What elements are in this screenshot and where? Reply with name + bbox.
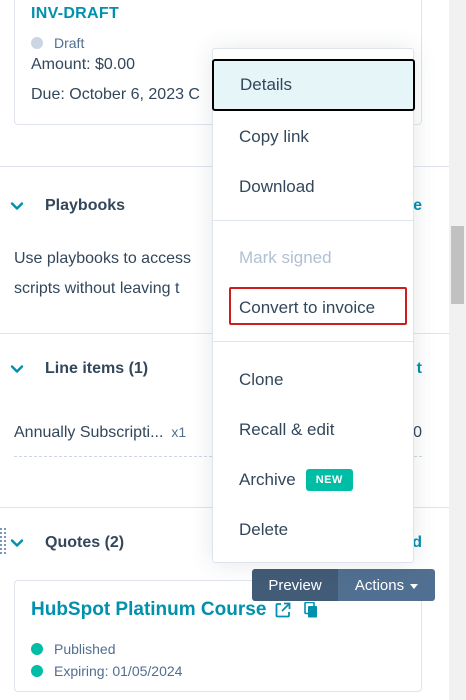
actions-button-label: Actions	[354, 576, 405, 594]
playbooks-title: Playbooks	[45, 197, 126, 214]
expiring-status-dot	[31, 665, 43, 677]
menu-item-details[interactable]: Details	[212, 59, 415, 111]
menu-item-recall-edit[interactable]: Recall & edit	[213, 405, 413, 455]
scrollbar-thumb[interactable]	[451, 226, 464, 304]
menu-item-archive[interactable]: Archive NEW	[213, 455, 413, 505]
invoice-status: Draft	[31, 35, 84, 51]
playbooks-action-link[interactable]: e	[413, 197, 422, 215]
playbooks-description-line1: Use playbooks to access	[14, 250, 191, 267]
actions-dropdown-button[interactable]: Actions	[338, 569, 435, 601]
quote-button-group: Preview Actions	[252, 569, 435, 601]
invoice-due-date: Due: October 6, 2023 C	[31, 86, 200, 103]
caret-down-icon	[410, 583, 419, 589]
line-items-action-link[interactable]: t	[417, 360, 422, 378]
menu-item-mark-signed: Mark signed	[239, 248, 332, 267]
invoice-amount: Amount: $0.00	[31, 56, 136, 73]
highlight-box	[229, 287, 407, 325]
invoice-status-label: Draft	[54, 35, 85, 51]
menu-item-clone[interactable]: Clone	[213, 355, 413, 405]
menu-item-delete[interactable]: Delete	[213, 505, 413, 555]
menu-separator	[213, 341, 413, 342]
new-badge: NEW	[305, 469, 353, 491]
line-items-title: Line items (1)	[45, 360, 149, 377]
quote-status-published: Published	[31, 641, 116, 657]
preview-button[interactable]: Preview	[252, 569, 338, 601]
copy-icon[interactable]	[304, 602, 318, 618]
chevron-down-icon[interactable]	[10, 536, 24, 550]
quotes-title: Quotes (2)	[45, 534, 125, 551]
draft-status-dot	[31, 37, 43, 49]
quote-title-link[interactable]: HubSpot Platinum Course	[31, 599, 266, 621]
published-status-dot	[31, 643, 43, 655]
quote-expiring-label: Expiring: 01/05/2024	[54, 663, 183, 679]
menu-item-archive-label: Archive	[239, 470, 296, 489]
quote-expiring: Expiring: 01/05/2024	[31, 663, 182, 679]
playbooks-description-line2: scripts without leaving t	[14, 280, 180, 297]
menu-separator	[213, 220, 413, 221]
invoice-title[interactable]: INV-DRAFT	[31, 5, 119, 23]
quote-title[interactable]: HubSpot Platinum Course	[31, 599, 318, 621]
vertical-scrollbar[interactable]	[449, 0, 466, 700]
line-item-price: 0	[413, 424, 422, 441]
line-item-name: Annually Subscripti...	[14, 424, 164, 441]
external-link-icon[interactable]	[274, 601, 292, 619]
menu-item-copy-link[interactable]: Copy link	[213, 112, 413, 162]
chevron-down-icon[interactable]	[10, 199, 24, 213]
menu-item-download[interactable]: Download	[213, 162, 413, 212]
quote-status-label: Published	[54, 641, 116, 657]
chevron-down-icon[interactable]	[10, 362, 24, 376]
line-item-quantity: x1	[171, 424, 187, 440]
